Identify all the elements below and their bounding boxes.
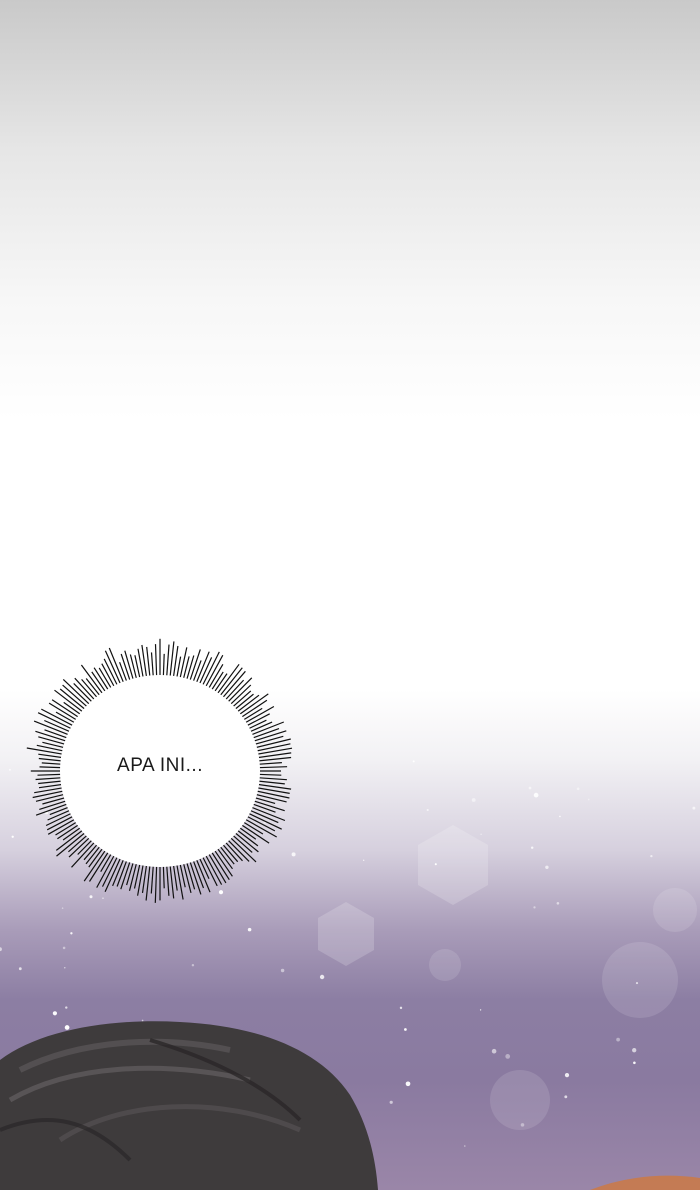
speed-lines: [1, 0, 700, 439]
comic-panel: APA INI...: [0, 0, 700, 1190]
character-hair: [0, 1021, 700, 1190]
bubble-text: APA INI...: [117, 755, 203, 776]
